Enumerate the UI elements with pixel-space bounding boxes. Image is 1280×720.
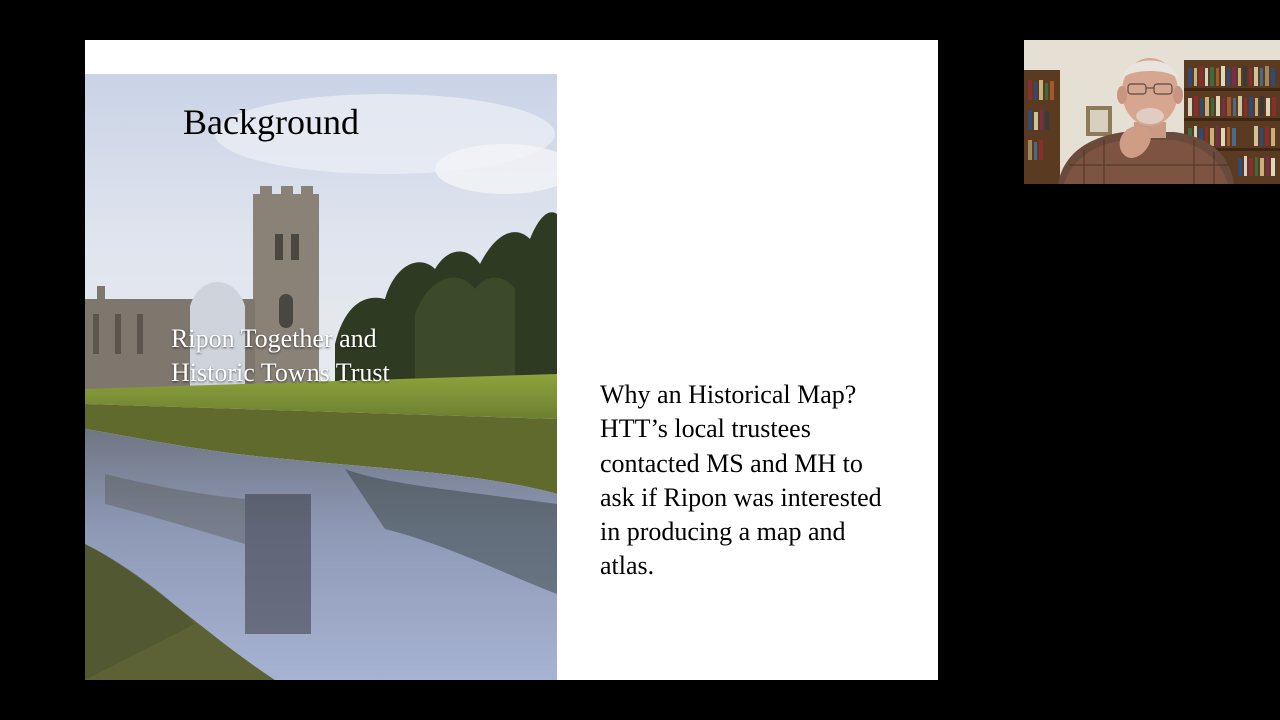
presentation-slide: Background Ripon Together and Historic T… [85,40,938,680]
slide-title: Background [183,102,359,142]
body-line: contacted MS and MH to [600,448,863,478]
presenter-webcam [1024,40,1280,184]
slide-subtitle: Ripon Together and Historic Towns Trust [171,322,390,390]
body-line: atlas. [600,551,655,581]
subtitle-line: Ripon Together and [171,324,377,353]
body-line: in producing a map and [600,517,846,547]
body-line: ask if Ripon was interested [600,482,882,512]
body-line: Why an Historical Map? [600,380,857,409]
body-line: HTT’s local trustees [600,414,811,444]
slide-body-text: Why an Historical Map? HTT’s local trust… [600,378,930,584]
subtitle-line: Historic Towns Trust [171,358,390,387]
